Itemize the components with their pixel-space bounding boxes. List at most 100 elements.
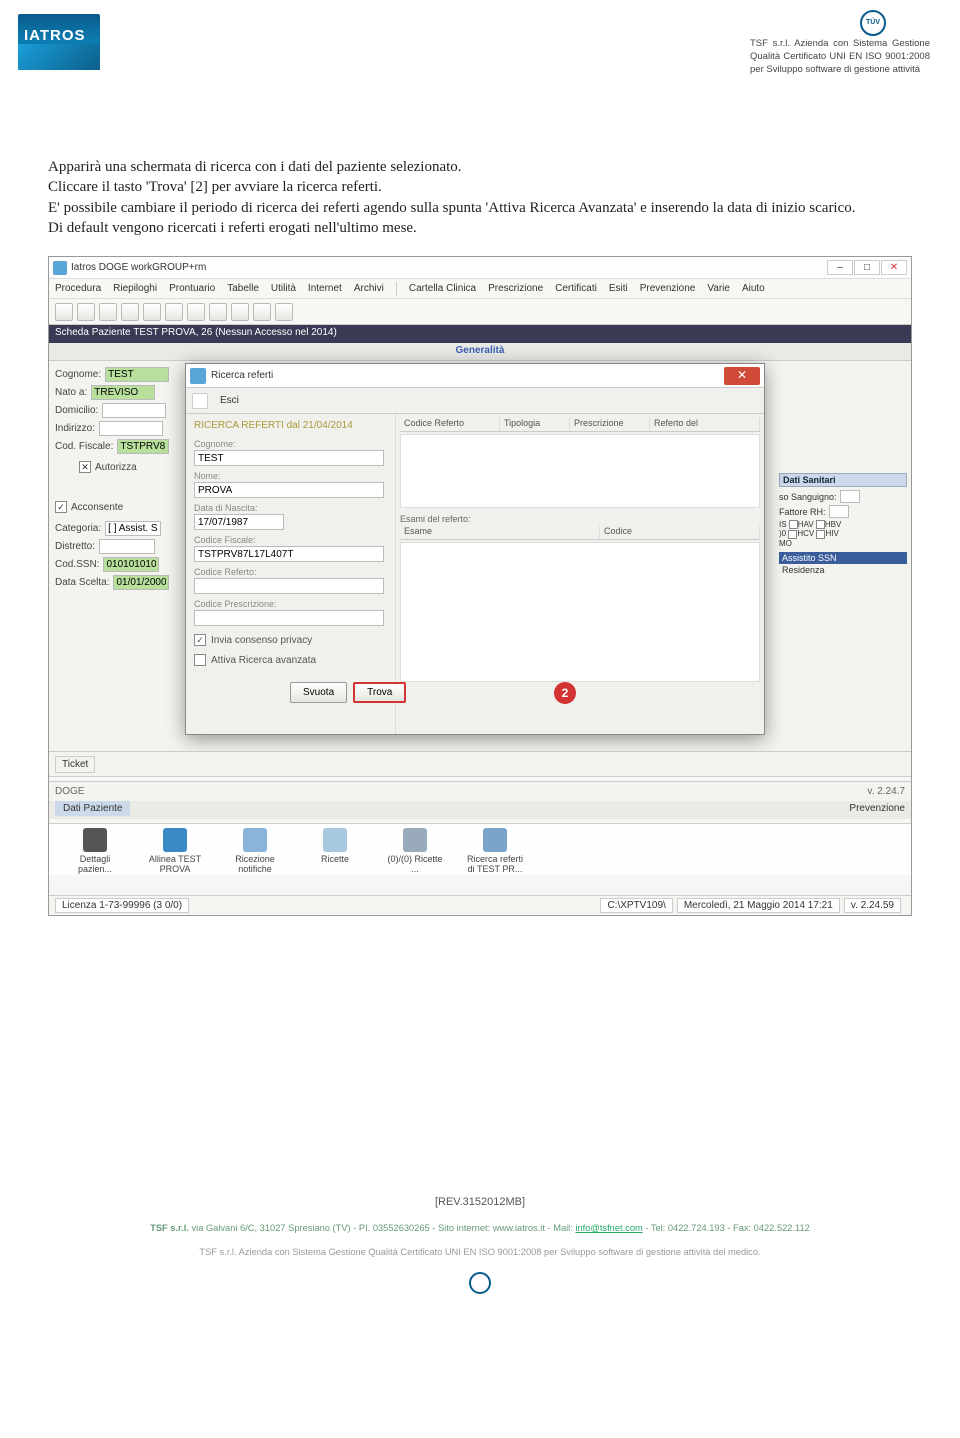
ricette-icon[interactable]	[323, 828, 347, 852]
dialog-header: RICERCA REFERTI dal 21/04/2014	[194, 420, 387, 431]
residenza-row[interactable]: Residenza	[779, 564, 907, 576]
menu-certificati[interactable]: Certificati	[555, 283, 597, 294]
distretto-field[interactable]	[99, 539, 155, 554]
results-list[interactable]	[400, 434, 760, 508]
hbv-checkbox[interactable]	[816, 520, 825, 529]
dettagli-label: Dettagli pazien...	[78, 854, 112, 874]
privacy-label: Invia consenso privacy	[211, 635, 312, 646]
toolbar-icon[interactable]	[99, 303, 117, 321]
dialog-close-button[interactable]: ✕	[724, 367, 760, 385]
status-licenza: Licenza 1-73-99996 (3 0/0)	[55, 898, 189, 913]
col-refdel: Referto del	[650, 418, 760, 431]
d-codpresc-field[interactable]	[194, 610, 384, 626]
toolbar-icon[interactable]	[253, 303, 271, 321]
acconsente-label: Acconsente	[71, 502, 123, 513]
allinea-icon[interactable]	[163, 828, 187, 852]
hiv-label: HIV	[825, 529, 838, 538]
toolbar-icon[interactable]	[231, 303, 249, 321]
hav-checkbox[interactable]	[789, 520, 798, 529]
avanzata-checkbox[interactable]	[194, 654, 206, 666]
page-footer: TSF s.r.l. via Galvani 6/C, 31027 Spresi…	[44, 1222, 916, 1294]
window-minimize-button[interactable]: –	[827, 260, 853, 275]
toolbar-icon[interactable]	[55, 303, 73, 321]
menu-tabelle[interactable]: Tabelle	[227, 283, 259, 294]
dettagli-icon[interactable]	[83, 828, 107, 852]
prevenzione-tab[interactable]: Prevenzione	[849, 803, 911, 814]
d-datan-field[interactable]	[194, 514, 284, 530]
toolbar-icon[interactable]	[187, 303, 205, 321]
menu-aiuto[interactable]: Aiuto	[742, 283, 765, 294]
menu-prescrizione[interactable]: Prescrizione	[488, 283, 543, 294]
ricezione-icon[interactable]	[243, 828, 267, 852]
menu-cartella[interactable]: Cartella Clinica	[409, 283, 476, 294]
dialog-icon	[190, 368, 206, 384]
cognome-field[interactable]	[105, 367, 169, 382]
dati-paziente-tab[interactable]: Dati Paziente	[55, 801, 130, 816]
fattore-field[interactable]	[829, 505, 849, 518]
indirizzo-field[interactable]	[99, 421, 163, 436]
footer-company: TSF s.r.l.	[150, 1223, 189, 1233]
svuota-button[interactable]: Svuota	[290, 682, 347, 703]
toolbar-icon[interactable]	[275, 303, 293, 321]
avanzata-label: Attiva Ricerca avanzata	[211, 655, 316, 666]
d-codpresc-label: Codice Prescrizione:	[194, 599, 387, 609]
menu-varie[interactable]: Varie	[707, 283, 730, 294]
callout-marker-2: 2	[554, 682, 576, 704]
tuv-logo-icon: TÜV	[860, 10, 886, 36]
hcv-checkbox[interactable]	[788, 530, 797, 539]
hbv-label: HBV	[825, 520, 841, 529]
d-codref-label: Codice Referto:	[194, 567, 387, 577]
iatros-logo: IATROS	[18, 14, 100, 70]
toolbar-icon[interactable]	[121, 303, 139, 321]
toolbar-icon[interactable]	[165, 303, 183, 321]
d-nome-field[interactable]	[194, 482, 384, 498]
action-icon-row: Dettagli pazien... Allinea TEST PROVA Ri…	[49, 823, 911, 875]
menu-prevenzione[interactable]: Prevenzione	[640, 283, 696, 294]
window-maximize-button[interactable]: □	[854, 260, 880, 275]
sanguigno-label: so Sanguigno:	[779, 492, 837, 502]
footer-mail-link[interactable]: info@tsfnet.com	[575, 1223, 642, 1233]
zero-label: )0	[779, 529, 786, 538]
ricette-count-icon[interactable]	[403, 828, 427, 852]
status-path: C:\XPTV109\	[600, 898, 672, 913]
codfisc-field[interactable]	[117, 439, 169, 454]
menu-riepiloghi[interactable]: Riepiloghi	[113, 283, 157, 294]
hav-label: HAV	[798, 520, 814, 529]
toolbar-icon[interactable]	[143, 303, 161, 321]
autorizza-checkbox[interactable]: ✕	[79, 461, 91, 473]
menu-esiti[interactable]: Esiti	[609, 283, 628, 294]
ricerca-icon[interactable]	[483, 828, 507, 852]
categoria-field[interactable]	[105, 521, 161, 536]
iatros-logo-text: IATROS	[24, 27, 86, 44]
status-version: v. 2.24.59	[844, 898, 901, 913]
menu-internet[interactable]: Internet	[308, 283, 342, 294]
window-close-button[interactable]: ✕	[881, 260, 907, 275]
d-codref-field[interactable]	[194, 578, 384, 594]
menu-prontuario[interactable]: Prontuario	[169, 283, 215, 294]
ricerca-referti-dialog: Ricerca referti ✕ Esci RICERCA REFERTI d…	[185, 363, 765, 735]
domicilio-field[interactable]	[102, 403, 166, 418]
nato-label: Nato a:	[55, 387, 87, 398]
is-label: IS	[779, 520, 787, 529]
menu-procedura[interactable]: Procedura	[55, 283, 101, 294]
menu-archivi[interactable]: Archivi	[354, 283, 384, 294]
esami-list[interactable]	[400, 542, 760, 682]
d-cognome-field[interactable]	[194, 450, 384, 466]
esci-button[interactable]: Esci	[212, 393, 247, 408]
acconsente-checkbox[interactable]: ✓	[55, 501, 67, 513]
tuv-bottom-icon	[469, 1272, 491, 1294]
d-cf-field[interactable]	[194, 546, 384, 562]
assistito-row[interactable]: Assistito SSN	[779, 552, 907, 564]
ricette-label: Ricette	[321, 854, 349, 864]
ricerca-label: Ricerca referti di TEST PR...	[467, 854, 523, 874]
nato-field[interactable]	[91, 385, 155, 400]
menu-utilita[interactable]: Utilità	[271, 283, 296, 294]
toolbar-icon[interactable]	[209, 303, 227, 321]
privacy-checkbox[interactable]: ✓	[194, 634, 206, 646]
codssn-field[interactable]	[103, 557, 159, 572]
ricezione-label: Ricezione notifiche	[235, 854, 275, 874]
datascelta-field[interactable]	[113, 575, 169, 590]
sanguigno-field[interactable]	[840, 490, 860, 503]
dialog-tool-icon[interactable]	[192, 393, 208, 409]
toolbar-icon[interactable]	[77, 303, 95, 321]
